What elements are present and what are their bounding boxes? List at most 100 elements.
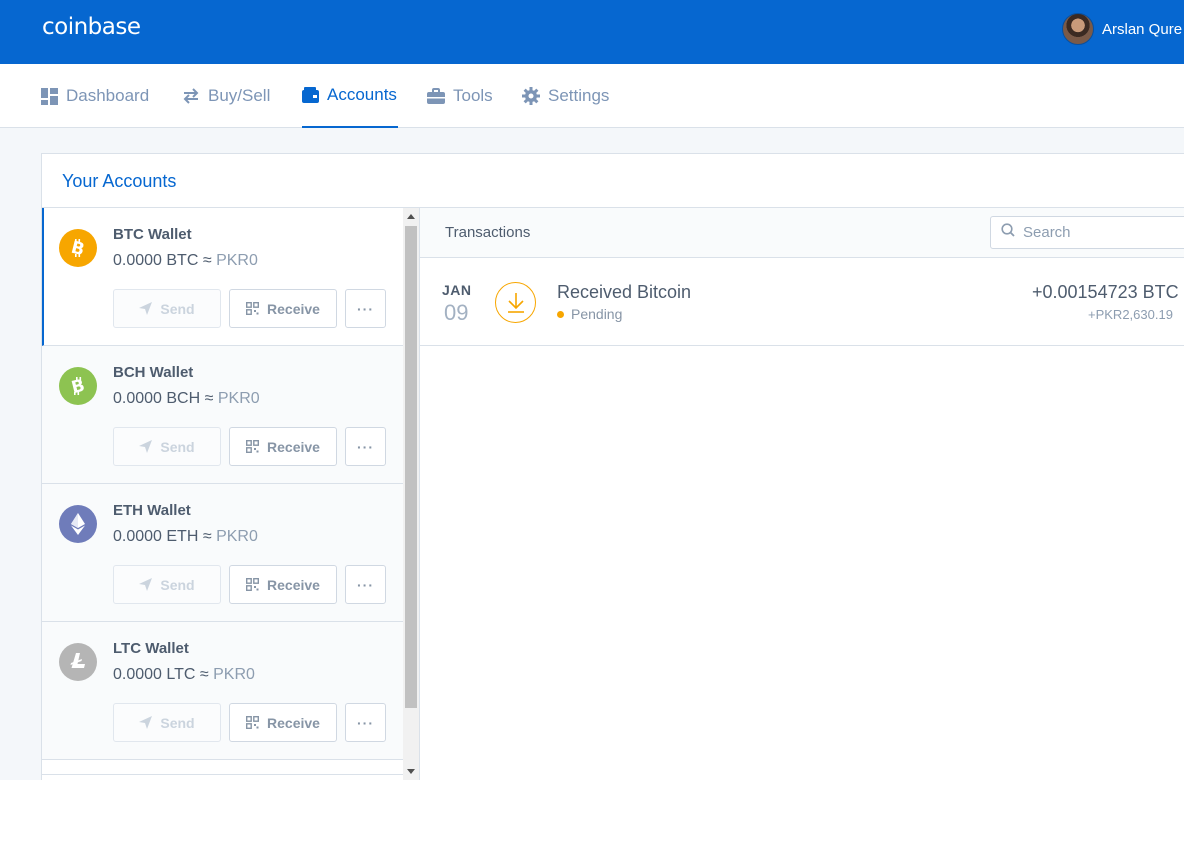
user-name[interactable]: Arslan Qure: [1102, 21, 1182, 38]
nav-tools[interactable]: Tools: [427, 64, 493, 128]
nav-label: Settings: [548, 86, 610, 105]
transaction-amount: +0.00154723 BTC: [1032, 282, 1179, 302]
nav-dashboard[interactable]: Dashboard: [41, 64, 149, 128]
more-options-button[interactable]: ···: [345, 565, 386, 604]
wallet-list[interactable]: B BTC Wallet 0.0000 BTC ≈ PKR0 Send Rece…: [42, 208, 403, 780]
coinbase-logo[interactable]: coinbase: [42, 14, 141, 40]
transaction-title: Received Bitcoin: [557, 282, 692, 302]
more-options-button[interactable]: ···: [345, 703, 386, 742]
wallet-balance: 0.0000 BTC ≈ PKR0: [113, 252, 258, 270]
search-icon: [1001, 223, 1015, 242]
wallet-balance: 0.0000 ETH ≈ PKR0: [113, 528, 258, 546]
ethereum-icon: [59, 505, 97, 543]
fiat-balance: PKR0: [216, 528, 258, 545]
accounts-panel: Your Accounts B BTC Wallet 0.0000 BTC ≈ …: [41, 153, 1184, 780]
send-button[interactable]: Send: [113, 565, 221, 604]
fiat-balance: PKR0: [216, 252, 258, 269]
panel-title: Your Accounts: [62, 171, 177, 191]
litecoin-icon: [59, 643, 97, 681]
nav-buy-sell[interactable]: Buy/Sell: [182, 64, 270, 128]
wallet-name: LTC Wallet: [113, 640, 189, 657]
divider: [42, 774, 403, 775]
send-label: Send: [160, 576, 195, 593]
nav-settings[interactable]: Settings: [522, 64, 609, 128]
wallet-list-scrollbar[interactable]: [403, 208, 419, 780]
fiat-balance: PKR0: [217, 390, 260, 407]
search-box[interactable]: [990, 216, 1184, 249]
wallet-balance: 0.0000 LTC ≈ PKR0: [113, 666, 255, 684]
receive-label: Receive: [267, 438, 320, 455]
paper-plane-icon: [139, 716, 153, 729]
svg-text:B: B: [70, 238, 86, 258]
paper-plane-icon: [139, 440, 153, 453]
transaction-day: 09: [444, 300, 469, 325]
transaction-status: Pending: [557, 306, 622, 322]
crypto-balance: 0.0000 LTC: [113, 666, 196, 683]
swap-arrows-icon: [182, 88, 200, 104]
receive-button[interactable]: Receive: [229, 427, 337, 466]
bitcoin-icon: B: [59, 229, 97, 267]
crypto-balance: 0.0000 BCH: [113, 390, 201, 407]
user-menu[interactable]: Arslan Qure: [1062, 13, 1182, 45]
approx-sign: ≈: [199, 666, 209, 683]
nav-accounts[interactable]: Accounts: [302, 64, 398, 128]
wallet-item-ltc[interactable]: LTC Wallet 0.0000 LTC ≈ PKR0 Send Receiv…: [42, 622, 403, 760]
wallet-balance: 0.0000 BCH ≈ PKR0: [113, 390, 260, 408]
crypto-balance: 0.0000 ETH: [113, 528, 199, 545]
top-bar: coinbase Arslan Qure: [0, 0, 1184, 64]
wallet-item-btc[interactable]: B BTC Wallet 0.0000 BTC ≈ PKR0 Send Rece…: [42, 208, 403, 346]
qr-code-icon: [246, 716, 260, 729]
nav-label: Buy/Sell: [208, 86, 271, 105]
qr-code-icon: [246, 302, 260, 315]
receive-label: Receive: [267, 300, 320, 317]
receive-button[interactable]: Receive: [229, 703, 337, 742]
paper-plane-icon: [139, 578, 153, 591]
approx-sign: ≈: [202, 528, 212, 545]
nav-label: Accounts: [327, 85, 397, 104]
more-options-button[interactable]: ···: [345, 427, 386, 466]
receive-button[interactable]: Receive: [229, 289, 337, 328]
nav-label: Tools: [453, 86, 493, 105]
briefcase-icon: [427, 88, 445, 104]
transaction-fiat-amount: +PKR2,630.19: [1088, 307, 1173, 322]
gear-icon: [522, 87, 540, 105]
approx-sign: ≈: [202, 252, 212, 269]
send-button[interactable]: Send: [113, 703, 221, 742]
paper-plane-icon: [139, 302, 153, 315]
receive-label: Receive: [267, 714, 320, 731]
scroll-down-arrow-icon[interactable]: [407, 769, 415, 774]
scroll-up-arrow-icon[interactable]: [407, 214, 415, 219]
crypto-balance: 0.0000 BTC: [113, 252, 199, 269]
bitcoin-cash-icon: B: [59, 367, 97, 405]
wallet-icon: [302, 87, 319, 103]
transaction-month: JAN: [442, 282, 472, 298]
wallet-name: BTC Wallet: [113, 226, 192, 243]
send-label: Send: [160, 300, 195, 317]
avatar[interactable]: [1062, 13, 1094, 45]
receive-label: Receive: [267, 576, 320, 593]
more-options-button[interactable]: ···: [345, 289, 386, 328]
wallet-name: ETH Wallet: [113, 502, 191, 519]
transactions-title: Transactions: [445, 224, 531, 241]
status-label: Pending: [571, 306, 623, 322]
receive-button[interactable]: Receive: [229, 565, 337, 604]
qr-code-icon: [246, 578, 260, 591]
received-arrow-icon: [495, 282, 536, 323]
pending-dot-icon: [557, 310, 564, 318]
nav-label: Dashboard: [66, 86, 150, 105]
wallet-item-eth[interactable]: ETH Wallet 0.0000 ETH ≈ PKR0 Send Receiv…: [42, 484, 403, 622]
transaction-row[interactable]: JAN 09 Received Bitcoin Pending +0.00154…: [420, 258, 1184, 346]
transactions-header: Transactions: [420, 208, 1184, 258]
main-nav: Dashboard Buy/Sell Accounts Tools Settin…: [0, 64, 1184, 128]
approx-sign: ≈: [204, 390, 214, 407]
send-button[interactable]: Send: [113, 289, 221, 328]
send-label: Send: [160, 438, 195, 455]
fiat-balance: PKR0: [213, 666, 255, 683]
transactions-pane: Transactions JAN 09 Received Bitcoin Pen…: [419, 208, 1184, 780]
scrollbar-thumb[interactable]: [405, 226, 417, 708]
qr-code-icon: [246, 440, 260, 453]
search-input[interactable]: [1023, 224, 1184, 241]
dashboard-icon: [41, 87, 58, 105]
wallet-item-bch[interactable]: B BCH Wallet 0.0000 BCH ≈ PKR0 Send Rece…: [42, 346, 403, 484]
send-button[interactable]: Send: [113, 427, 221, 466]
